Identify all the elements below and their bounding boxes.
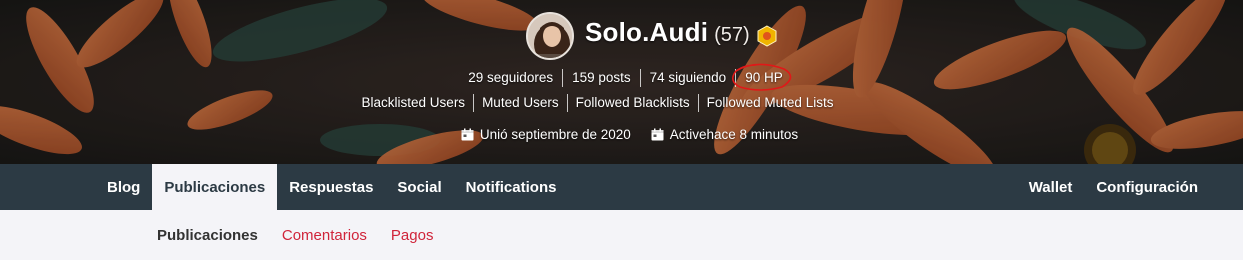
hp-red-circle-annotation: [732, 63, 792, 91]
tab-blog[interactable]: Blog: [95, 164, 152, 210]
muted-users-link[interactable]: Muted Users: [474, 94, 568, 112]
name-row: Solo.Audi (57): [585, 17, 750, 53]
followers-count[interactable]: 29 seguidores: [459, 69, 564, 87]
posts-count: 159 posts: [563, 69, 641, 87]
calendar-icon: [651, 128, 664, 141]
tab-notifications[interactable]: Notifications: [454, 164, 569, 210]
blacklisted-users-link[interactable]: Blacklisted Users: [354, 94, 475, 112]
nav-right: Wallet Configuración: [1017, 164, 1210, 210]
profile-meta: Unió septiembre de 2020 Activehace 8 min…: [0, 127, 1243, 142]
followed-blacklists-link[interactable]: Followed Blacklists: [568, 94, 699, 112]
subtab-publicaciones[interactable]: Publicaciones: [145, 227, 270, 244]
tab-social[interactable]: Social: [385, 164, 453, 210]
moderation-lists: Blacklisted Users Muted Users Followed B…: [0, 94, 1243, 112]
tab-publicaciones[interactable]: Publicaciones: [152, 164, 278, 210]
calendar-icon: [461, 128, 474, 141]
sub-navigation: Publicaciones Comentarios Pagos: [0, 210, 1243, 260]
joined-date: Unió septiembre de 2020: [479, 127, 631, 142]
joined-info: Unió septiembre de 2020: [461, 127, 631, 142]
avatar-image: [528, 14, 572, 58]
hive-power[interactable]: 90 HP: [732, 63, 792, 91]
subtab-pagos[interactable]: Pagos: [379, 227, 446, 244]
active-info: Activehace 8 minutos: [651, 127, 798, 142]
nav-left: Blog Publicaciones Respuestas Social Not…: [95, 164, 568, 210]
profile-header: Solo.Audi (57) 29 seguidores 159 posts 7…: [0, 0, 1243, 164]
profile-stats: 29 seguidores 159 posts 74 siguiendo 90 …: [0, 63, 1243, 91]
tab-respuestas[interactable]: Respuestas: [277, 164, 385, 210]
hive-badge-icon[interactable]: [756, 25, 778, 47]
tab-wallet[interactable]: Wallet: [1017, 164, 1085, 210]
avatar[interactable]: [526, 12, 574, 60]
followed-muted-lists-link[interactable]: Followed Muted Lists: [699, 94, 842, 112]
following-count[interactable]: 74 siguiendo: [641, 69, 737, 87]
profile-navbar: Blog Publicaciones Respuestas Social Not…: [0, 164, 1243, 210]
subtab-comentarios[interactable]: Comentarios: [270, 227, 379, 244]
username[interactable]: Solo.Audi: [585, 17, 708, 48]
tab-configuracion[interactable]: Configuración: [1084, 164, 1210, 210]
last-active: Activehace 8 minutos: [669, 127, 799, 142]
reputation-score: (57): [714, 24, 750, 46]
